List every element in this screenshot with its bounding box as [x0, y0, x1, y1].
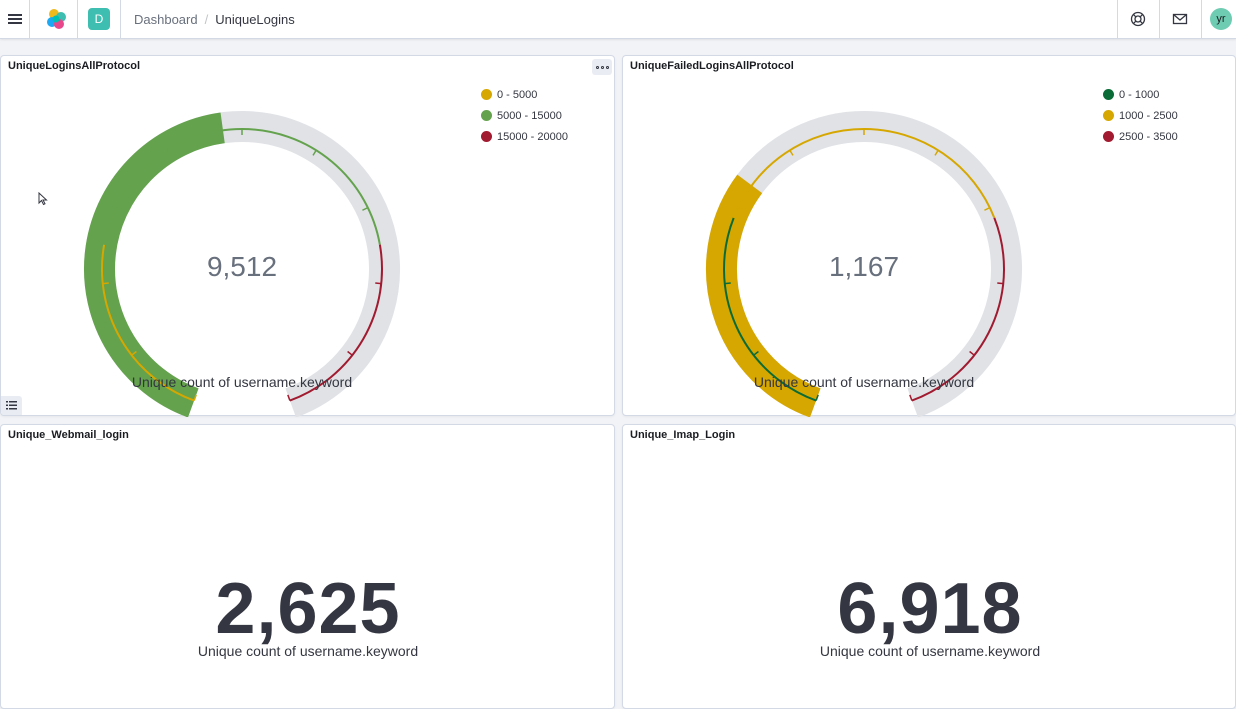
hamburger-icon [7, 12, 22, 26]
panel-title: Unique_Webmail_login [8, 429, 129, 441]
metric-value: 6,918 [837, 569, 1023, 649]
gauge-value: 1,167 [828, 251, 900, 282]
gauge-tick [724, 282, 731, 285]
toggle-legend-button[interactable] [1, 396, 22, 415]
menu-toggle-button[interactable] [0, 0, 29, 38]
avatar: yr [1210, 8, 1232, 30]
metric-panel-imap: Unique_Imap_Login 6,918 Unique count of … [622, 424, 1236, 709]
legend-swatch [1103, 110, 1114, 121]
gauge-legend: 0 - 1000 1000 - 2500 2500 - 3500 [1103, 84, 1178, 147]
mail-icon [1172, 13, 1188, 25]
legend-label: 1000 - 2500 [1119, 109, 1178, 122]
legend-item[interactable]: 15000 - 20000 [481, 126, 568, 147]
newsfeed-button[interactable] [1160, 0, 1200, 38]
lifebuoy-icon [1130, 11, 1146, 27]
header-divider [120, 0, 121, 38]
gauge-legend: 0 - 5000 5000 - 15000 15000 - 20000 [481, 84, 568, 147]
space-avatar: D [88, 8, 110, 30]
space-selector-button[interactable]: D [80, 0, 118, 38]
legend-swatch [481, 89, 492, 100]
legend-item[interactable]: 0 - 5000 [481, 84, 568, 105]
elastic-logo-icon [47, 9, 66, 29]
gauge-tick [997, 282, 1004, 285]
legend-swatch [481, 110, 492, 121]
help-button[interactable] [1118, 0, 1158, 38]
metric-panel-webmail: Unique_Webmail_login 2,625 Unique count … [0, 424, 615, 709]
legend-swatch [1103, 89, 1114, 100]
legend-label: 0 - 1000 [1119, 88, 1160, 101]
legend-item[interactable]: 2500 - 3500 [1103, 126, 1178, 147]
gauge-panel-unique-logins: UniqueLoginsAllProtocol 9,512 Unique cou… [0, 55, 615, 417]
gauge-tick [102, 282, 109, 285]
legend-label: 15000 - 20000 [497, 130, 568, 143]
legend-item[interactable]: 5000 - 15000 [481, 105, 568, 126]
metric-label: Unique count of username.keyword [197, 643, 419, 659]
gauge-tick [375, 282, 382, 285]
breadcrumb: Dashboard / UniqueLogins [134, 0, 295, 38]
legend-swatch [481, 131, 492, 142]
legend-item[interactable]: 1000 - 2500 [1103, 105, 1178, 126]
breadcrumb-separator: / [204, 11, 209, 27]
gauge-panel-unique-failed-logins: UniqueFailedLoginsAllProtocol 1,167 Uniq… [622, 55, 1236, 417]
breadcrumb-current: UniqueLogins [215, 11, 295, 27]
metric-value: 2,625 [215, 569, 401, 649]
legend-item[interactable]: 0 - 1000 [1103, 84, 1178, 105]
header-divider [77, 0, 78, 38]
user-menu-button[interactable]: yr [1201, 0, 1236, 38]
header-divider [29, 0, 30, 38]
legend-label: 0 - 5000 [497, 88, 538, 101]
gauge-value: 9,512 [206, 251, 278, 282]
gauge-label: Unique count of username.keyword [753, 374, 975, 390]
panel-title: Unique_Imap_Login [630, 429, 736, 441]
legend-swatch [1103, 131, 1114, 142]
home-logo-button[interactable] [37, 0, 75, 38]
top-header: D Dashboard / UniqueLogins yr [0, 0, 1236, 39]
gauge-label: Unique count of username.keyword [131, 374, 353, 390]
mouse-cursor-icon [38, 192, 48, 206]
legend-label: 5000 - 15000 [497, 109, 562, 122]
legend-label: 2500 - 3500 [1119, 130, 1178, 143]
metric-label: Unique count of username.keyword [819, 643, 1041, 659]
list-icon [6, 401, 17, 410]
breadcrumb-dashboard-link[interactable]: Dashboard [134, 12, 198, 27]
